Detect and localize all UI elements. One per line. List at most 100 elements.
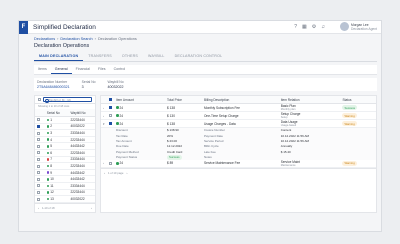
status-dot: [46, 118, 50, 122]
table-row[interactable]: 4 22233444: [35, 136, 95, 144]
row-checkbox[interactable]: [37, 158, 40, 162]
table-row[interactable]: 1 22233444: [35, 116, 95, 124]
column-header[interactable]: Item Amount: [114, 96, 165, 104]
tab-transfers[interactable]: TRANSFERS: [83, 52, 117, 61]
waybill-no: 23334444: [68, 156, 95, 164]
table-row[interactable]: 3 23334444: [35, 129, 95, 137]
table-row[interactable]: › 24 $ 138 Monthly Subscription Fee Basic Pl…: [101, 103, 376, 112]
row-checkbox[interactable]: [37, 164, 40, 168]
subtab-financial[interactable]: Financial: [72, 65, 94, 74]
status-dot: [116, 114, 119, 117]
row-checkbox[interactable]: [109, 122, 112, 126]
chevron-right-icon[interactable]: ›: [103, 161, 104, 165]
row-checkbox[interactable]: [109, 106, 112, 110]
status-dot: [46, 158, 50, 161]
next-page-icon[interactable]: ›: [127, 171, 128, 175]
payment-status-badge: Success: [167, 154, 182, 160]
select-all-items-checkbox[interactable]: [109, 98, 112, 102]
row-checkbox[interactable]: [109, 114, 112, 118]
column-header[interactable]: Waybill No: [68, 109, 95, 117]
row-checkbox[interactable]: [37, 151, 40, 155]
table-row[interactable]: 11 23334444: [35, 182, 95, 190]
table-row[interactable]: 10 44433442: [35, 175, 95, 183]
status-dot: [116, 106, 119, 109]
serial-no: 7: [50, 157, 52, 162]
status-dot: [46, 191, 50, 194]
table-row[interactable]: 5 44433442: [35, 142, 95, 150]
row-checkbox[interactable]: [37, 125, 40, 129]
row-checkbox[interactable]: [37, 177, 40, 181]
tab-main-declaration[interactable]: MAIN DECLARATION: [34, 52, 84, 61]
column-header[interactable]: Item Relation: [278, 96, 341, 104]
chevron-right-icon[interactable]: ›: [103, 114, 104, 118]
row-checkbox[interactable]: [37, 138, 40, 142]
subtab-files[interactable]: Files: [94, 65, 110, 74]
table-row[interactable]: 9 44433442: [35, 169, 95, 177]
waybill-no: 22233444: [68, 162, 95, 170]
declaration-number-link[interactable]: 2T5A648486000321: [37, 85, 70, 89]
prev-page-icon[interactable]: ‹: [104, 171, 105, 175]
subtab-control[interactable]: Control: [110, 65, 130, 74]
column-header[interactable]: Billing Description: [201, 96, 279, 104]
row-checkbox[interactable]: [37, 184, 40, 188]
column-header[interactable]: Total Price: [165, 96, 202, 104]
row-checkbox[interactable]: [37, 118, 40, 122]
row-checkbox[interactable]: [37, 144, 40, 148]
tab-others[interactable]: OTHERS: [117, 52, 143, 61]
field-declaration-number: Declaration Number 2T5A648486000321: [37, 80, 70, 89]
breadcrumb-item[interactable]: Declarations: [34, 37, 55, 41]
status-dot: [46, 171, 50, 174]
item-relation-sub: Maintenance: [280, 163, 296, 167]
top-icons: ? ▦ ⚙ ♫: [294, 24, 325, 30]
status-dot: [46, 131, 50, 135]
status-dot: [46, 197, 50, 201]
tab-waybill[interactable]: WAYBILL: [143, 52, 170, 61]
select-all-checkbox[interactable]: [38, 98, 41, 101]
billing-description: Usage Charges - Data: [201, 119, 279, 128]
subtab-items[interactable]: Items: [34, 65, 51, 74]
column-header[interactable]: Serial No: [44, 109, 69, 117]
search-bar: Waybill or M...rch: [35, 96, 95, 104]
table-row[interactable]: 7 23334444: [35, 156, 95, 164]
serial-no: 5: [50, 144, 52, 149]
total-price: $ 138: [165, 119, 202, 128]
status-badge: Warning: [342, 160, 357, 166]
bell-icon[interactable]: ♫: [321, 24, 325, 30]
table-row[interactable]: › 24 $ 89 Service Maintenance Fee Service Ma…: [101, 159, 376, 168]
item-amount: 24: [119, 105, 124, 110]
serial-no: 10: [50, 177, 54, 182]
user-menu[interactable]: Morgan Lee Declaration Agent: [339, 22, 377, 31]
row-checkbox[interactable]: [37, 131, 40, 135]
table-row[interactable]: ▾ 24 $ 138 Usage Charges - Data Data Usage Us…: [101, 119, 376, 128]
status-dot: [46, 164, 50, 168]
tab-declaration-control[interactable]: DECLARATION CONTROL: [170, 52, 228, 61]
table-row[interactable]: 6 22233444: [35, 149, 95, 157]
chevron-down-icon[interactable]: ▾: [103, 122, 105, 126]
search-input[interactable]: Waybill or M...rch: [43, 97, 92, 103]
chevron-right-icon[interactable]: ›: [103, 106, 104, 110]
status-dot: [46, 151, 50, 155]
row-checkbox[interactable]: [109, 162, 112, 165]
app-logo[interactable]: F: [19, 21, 28, 34]
app-title: Simplified Declaration: [33, 24, 96, 31]
table-row[interactable]: 2 40032022: [35, 123, 95, 131]
next-page-icon[interactable]: ›: [91, 206, 92, 210]
row-checkbox[interactable]: [37, 171, 40, 175]
page-title: Declaration Operations: [34, 43, 90, 49]
row-checkbox[interactable]: [37, 197, 40, 201]
prev-page-icon[interactable]: ‹: [38, 206, 39, 210]
table-row[interactable]: › 24 $ 130 One-Time Setup Charge Setup Charg…: [101, 111, 376, 120]
settings-icon[interactable]: ⚙: [312, 24, 316, 30]
table-row[interactable]: 12 22233444: [35, 189, 95, 197]
table-row[interactable]: 13 40032022: [35, 195, 95, 203]
subtab-general[interactable]: General: [50, 65, 72, 74]
table-row[interactable]: 8 22233444: [35, 162, 95, 170]
breadcrumb-item[interactable]: Declaration Search: [60, 37, 92, 41]
column-header[interactable]: Status: [340, 96, 376, 104]
billing-description: One-Time Setup Charge: [201, 111, 279, 120]
serial-no: 12: [50, 190, 54, 195]
grid-icon[interactable]: ▦: [302, 24, 307, 30]
help-icon[interactable]: ?: [294, 24, 297, 30]
avatar[interactable]: [339, 22, 349, 31]
row-checkbox[interactable]: [37, 190, 40, 194]
